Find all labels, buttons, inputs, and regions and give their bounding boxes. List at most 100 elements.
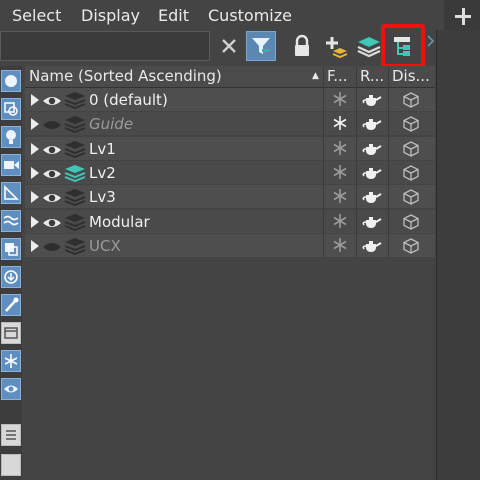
expand-triangle-icon[interactable] <box>31 94 39 106</box>
cell-divider <box>323 160 324 185</box>
geometry-icon[interactable] <box>1 70 21 92</box>
layer-name[interactable]: Lv2 <box>89 164 116 182</box>
highlight-box <box>381 24 425 68</box>
expand-triangle-icon[interactable] <box>31 142 39 155</box>
display-box-icon[interactable] <box>402 91 420 113</box>
column-divider[interactable] <box>388 67 389 86</box>
freeze-icon[interactable] <box>332 91 348 111</box>
expand-triangle-icon[interactable] <box>31 215 39 228</box>
hidden-icon[interactable] <box>1 378 21 400</box>
chevron-right-icon[interactable] <box>426 33 436 47</box>
eye-icon[interactable] <box>42 166 62 185</box>
layer-icon[interactable] <box>64 237 86 259</box>
eye-icon[interactable] <box>42 93 62 112</box>
column-display-header[interactable]: Dis... <box>392 66 434 87</box>
freeze-icon[interactable] <box>332 237 348 257</box>
layers-icon[interactable] <box>354 31 384 61</box>
render-teapot-icon[interactable] <box>361 189 383 209</box>
column-divider[interactable] <box>356 67 357 86</box>
eye-hidden-icon[interactable] <box>42 117 62 136</box>
render-teapot-icon[interactable] <box>361 141 383 161</box>
space-warps-icon[interactable] <box>1 210 21 232</box>
display-box-icon[interactable] <box>402 237 420 259</box>
cell-divider <box>356 160 357 185</box>
display-box-icon[interactable] <box>402 188 420 210</box>
layer-icon[interactable] <box>64 213 86 235</box>
menu-display[interactable]: Display <box>81 6 140 25</box>
layer-name[interactable]: Guide <box>89 115 133 133</box>
freeze-icon[interactable] <box>332 213 348 233</box>
menu-customize[interactable]: Customize <box>208 6 292 25</box>
bones-icon[interactable] <box>1 294 21 316</box>
frozen-icon[interactable] <box>1 350 21 372</box>
menu-select[interactable]: Select <box>12 6 61 25</box>
xrefs-icon[interactable] <box>1 266 21 288</box>
display-box-icon[interactable] <box>402 140 420 162</box>
table-row[interactable]: Lv1 <box>25 136 435 162</box>
square-icon[interactable] <box>1 454 21 476</box>
freeze-icon[interactable] <box>332 188 348 208</box>
freeze-icon[interactable] <box>332 115 348 135</box>
layer-name[interactable]: Lv1 <box>89 140 116 158</box>
eye-icon[interactable] <box>42 215 62 234</box>
search-input[interactable] <box>0 31 210 61</box>
helpers-icon[interactable] <box>1 182 21 204</box>
render-teapot-icon[interactable] <box>361 92 383 112</box>
layer-icon[interactable] <box>64 115 86 137</box>
layer-name[interactable]: UCX <box>89 237 121 255</box>
column-freeze-header[interactable]: F... <box>327 66 355 87</box>
filter-icon[interactable] <box>246 31 276 61</box>
eye-hidden-icon[interactable] <box>42 239 62 258</box>
table-row[interactable]: UCX <box>25 233 435 259</box>
column-divider[interactable] <box>323 67 324 86</box>
display-box-icon[interactable] <box>402 115 420 137</box>
menu-edit[interactable]: Edit <box>158 6 189 25</box>
cell-divider <box>356 112 357 137</box>
render-teapot-icon[interactable] <box>361 238 383 258</box>
layer-name[interactable]: Lv3 <box>89 188 116 206</box>
list-icon[interactable] <box>1 424 21 446</box>
table-row[interactable]: Lv3 <box>25 185 435 210</box>
cell-divider <box>356 233 357 258</box>
layer-icon[interactable] <box>64 91 86 113</box>
render-teapot-icon[interactable] <box>361 165 383 185</box>
add-panel-button[interactable] <box>444 0 480 34</box>
table-row[interactable]: Guide <box>25 112 435 137</box>
layer-icon[interactable] <box>64 188 86 210</box>
groups-icon[interactable] <box>1 238 21 260</box>
freeze-icon[interactable] <box>332 140 348 160</box>
close-icon[interactable] <box>214 31 244 61</box>
add-to-layer-icon[interactable] <box>320 31 350 61</box>
cell-divider <box>388 233 389 258</box>
lights-icon[interactable] <box>1 126 21 148</box>
cell-divider <box>388 160 389 185</box>
shapes-icon[interactable] <box>1 98 21 120</box>
render-teapot-icon[interactable] <box>361 116 383 136</box>
cell-divider <box>356 136 357 161</box>
cameras-icon[interactable] <box>1 154 21 176</box>
containers-icon[interactable] <box>1 322 21 344</box>
column-render-header[interactable]: R... <box>360 66 388 87</box>
column-name-header[interactable]: Name (Sorted Ascending) <box>29 66 311 87</box>
active-layer-icon[interactable] <box>64 164 86 186</box>
expand-triangle-icon[interactable] <box>31 118 39 131</box>
layer-name[interactable]: Modular <box>89 213 150 231</box>
table-row[interactable]: Lv2 <box>25 160 435 186</box>
expand-triangle-icon[interactable] <box>31 239 39 252</box>
table-row[interactable]: 0 (default) <box>25 88 435 112</box>
expand-triangle-icon[interactable] <box>31 191 39 204</box>
display-box-icon[interactable] <box>402 164 420 186</box>
cell-divider <box>388 88 389 112</box>
eye-icon[interactable] <box>42 142 62 161</box>
display-box-icon[interactable] <box>402 213 420 235</box>
layer-icon[interactable] <box>64 140 86 162</box>
eye-icon[interactable] <box>42 190 62 209</box>
cell-divider <box>388 112 389 137</box>
layer-name[interactable]: 0 (default) <box>89 91 168 109</box>
cell-divider <box>388 136 389 161</box>
render-teapot-icon[interactable] <box>361 214 383 234</box>
freeze-icon[interactable] <box>332 164 348 184</box>
expand-triangle-icon[interactable] <box>31 166 39 179</box>
lock-icon[interactable] <box>287 31 317 61</box>
table-row[interactable]: Modular <box>25 209 435 235</box>
